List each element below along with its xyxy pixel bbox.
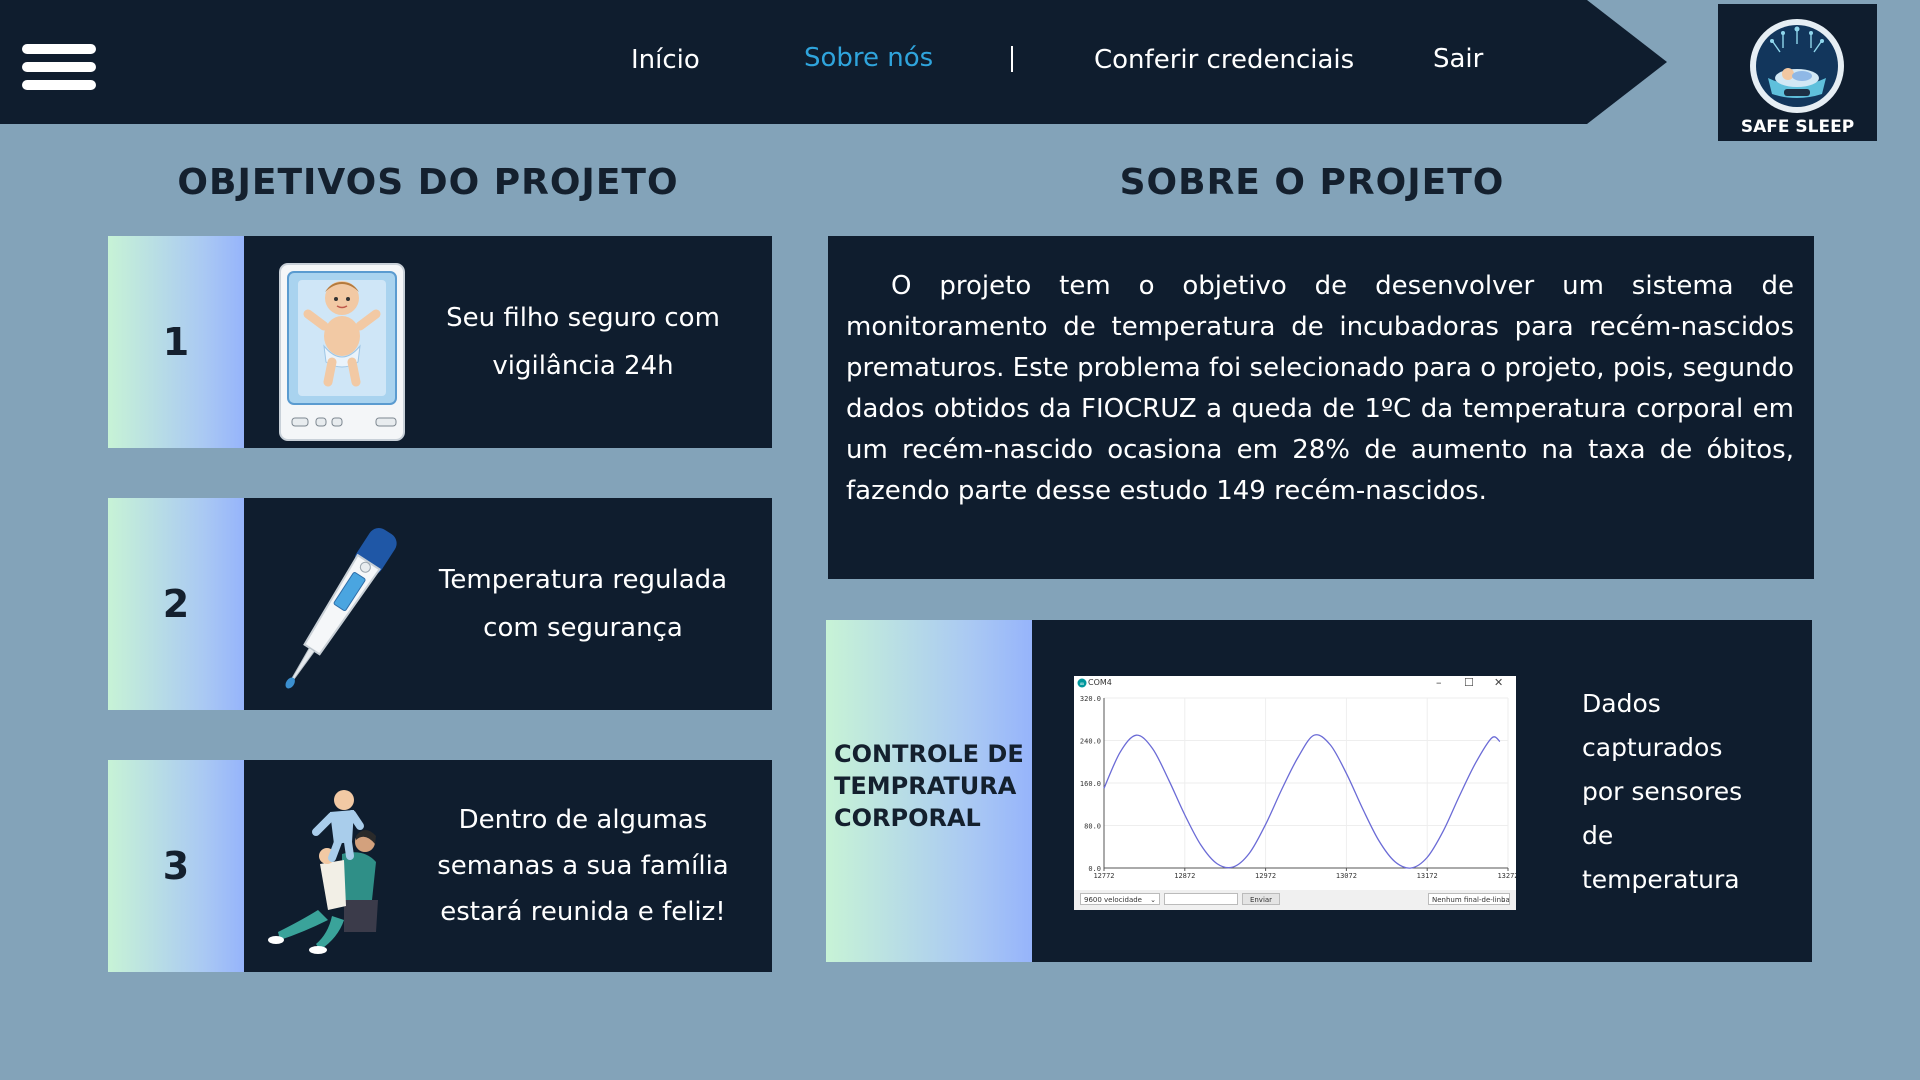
x-tick-label: 13172 <box>1417 872 1438 880</box>
nav-link-sair[interactable]: Sair <box>1433 44 1483 74</box>
objective-text: Seu filho seguro com vigilância 24h <box>446 303 720 381</box>
y-tick-label: 320.0 <box>1080 695 1101 703</box>
nav-divider <box>1011 46 1013 72</box>
y-tick-label: 80.0 <box>1084 823 1101 831</box>
nav-link-conferir-credenciais[interactable]: Conferir credenciais <box>1094 45 1354 75</box>
objective-card-1: 1 Seu filho seguro com vigilância 24h <box>108 236 772 448</box>
nav-link-inicio[interactable]: Início <box>631 45 700 75</box>
control-description-line: capturados <box>1582 733 1723 762</box>
y-tick-label: 160.0 <box>1080 780 1101 788</box>
objective-text: Temperatura regulada com segurança <box>438 565 728 643</box>
svg-text:∞: ∞ <box>1080 681 1085 688</box>
control-description-line: por sensores <box>1582 777 1743 806</box>
logo-text: SAFE SLEEP <box>1740 117 1855 137</box>
x-tick-label: 13272 <box>1497 872 1516 880</box>
about-title: SOBRE O PROJETO <box>1119 162 1505 203</box>
close-icon[interactable]: ✕ <box>1494 676 1503 689</box>
top-navbar: Início Sobre nós Conferir credenciais Sa… <box>0 0 1670 124</box>
safe-sleep-logo[interactable]: SAFE SLEEP <box>1718 4 1877 141</box>
send-text-input[interactable] <box>1164 893 1238 905</box>
series-line <box>1103 734 1501 869</box>
control-label: CONTROLE DE TEMPRATURA CORPORAL <box>826 620 1032 962</box>
logo-emblem-icon <box>1750 19 1844 113</box>
nav-link-sobre-nos[interactable]: Sobre nós <box>804 43 933 73</box>
about-paragraph: O projeto tem o objetivo de desenvolver … <box>846 271 1794 506</box>
objectives-title: OBJETIVOS DO PROJETO <box>177 162 679 203</box>
serial-plot-chart: 320.0240.0160.080.00.012772 12872 12972 130… <box>1080 695 1516 880</box>
line-ending-select[interactable]: Nenhum final-de-linha ⌄ <box>1428 893 1510 905</box>
window-title: COM4 <box>1088 678 1112 687</box>
send-button[interactable]: Enviar <box>1242 893 1280 905</box>
x-tick-label: 12972 <box>1255 872 1276 880</box>
objective-number: 2 <box>108 498 244 710</box>
temperature-control-card: CONTROLE DE TEMPRATURA CORPORAL ∞ COM4 –… <box>826 620 1812 962</box>
family-icon <box>258 760 408 972</box>
chevron-down-icon: ⌄ <box>1500 896 1506 904</box>
baud-rate-select[interactable]: 9600 velocidade ⌄ <box>1080 893 1160 905</box>
control-description-line: Dados <box>1582 689 1661 718</box>
x-tick-label: 12772 <box>1093 872 1114 880</box>
x-tick-label: 12872 <box>1174 872 1195 880</box>
control-label-text: CONTROLE DE TEMPRATURA CORPORAL <box>834 740 1024 832</box>
objective-card-3: 3 Dentro de algumas semanas a sua famíli… <box>108 760 772 972</box>
thermometer-icon <box>258 498 408 710</box>
chevron-down-icon: ⌄ <box>1150 896 1156 904</box>
objective-card-2: 2 Temperatura regulada com segurança <box>108 498 772 710</box>
line-ending-value: Nenhum final-de-linha <box>1432 896 1510 904</box>
objective-text: Dentro de algumas semanas a sua família … <box>437 805 729 927</box>
x-tick-label: 13072 <box>1336 872 1357 880</box>
control-description: Dados capturados por sensores de tempera… <box>1582 682 1782 902</box>
serial-plotter-window: ∞ COM4 – ☐ ✕ 320.0 240.0 160.0 80.0 0.0 12772… <box>1074 676 1516 910</box>
objective-number: 1 <box>108 236 244 448</box>
control-description-line: de <box>1582 821 1614 850</box>
minimize-icon[interactable]: – <box>1436 676 1442 689</box>
y-tick-label: 240.0 <box>1080 738 1101 746</box>
objective-number: 3 <box>108 760 244 972</box>
maximize-icon[interactable]: ☐ <box>1464 676 1474 689</box>
about-project-box: O projeto tem o objetivo de desenvolver … <box>828 236 1814 579</box>
hamburger-menu-icon[interactable] <box>22 44 96 90</box>
baud-rate-value: 9600 velocidade <box>1084 896 1142 904</box>
incubator-baby-icon <box>258 236 408 448</box>
control-description-line: temperatura <box>1582 865 1740 894</box>
serial-plotter-toolbar: 9600 velocidade ⌄ Enviar Nenhum final-de… <box>1074 890 1516 910</box>
